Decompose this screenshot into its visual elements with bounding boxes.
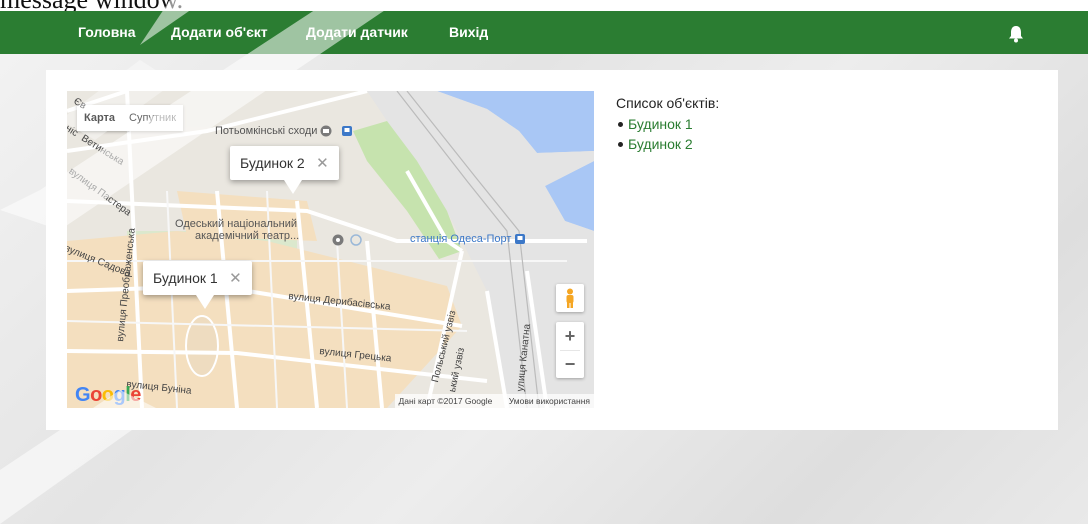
poi-station: станція Одеса-Порт xyxy=(410,233,525,245)
map-terms-link[interactable]: Умови використання xyxy=(509,396,590,406)
document-caption-strip: message window. xyxy=(0,0,1088,11)
close-icon[interactable]: ✕ xyxy=(316,154,329,172)
map-data-credit[interactable]: Дані карт ©2017 Google xyxy=(399,396,493,406)
object-link-building-1[interactable]: Будинок 1 xyxy=(628,116,693,132)
train-icon xyxy=(514,234,525,245)
nav-home[interactable]: Головна xyxy=(78,11,136,54)
transit-icon xyxy=(341,126,352,137)
zoom-in-button[interactable]: + xyxy=(556,322,584,350)
theatre-icon xyxy=(332,234,344,246)
map-view[interactable]: Карта Супутник Єв ніс Ветинська вулиця П… xyxy=(67,91,594,408)
object-list-title: Список об'єктів: xyxy=(616,95,720,111)
map-type-control: Карта Супутник xyxy=(77,105,184,131)
object-link-building-2[interactable]: Будинок 2 xyxy=(628,136,693,152)
infowindow-building-2[interactable]: Будинок 2 ✕ xyxy=(230,146,339,194)
object-list-items: Будинок 1 Будинок 2 xyxy=(616,114,719,154)
poi-theatre-line1: Одеський національний xyxy=(175,218,297,230)
poi-theatre: Одеський національний академічний театр.… xyxy=(175,218,299,242)
camera-icon xyxy=(320,125,332,137)
infowindow-label: Будинок 2 xyxy=(240,155,305,171)
poi-label: Потьомкінські сходи xyxy=(215,125,352,137)
document-caption: message window. xyxy=(0,0,183,11)
poi-stairs: Потьомкінські сходи xyxy=(215,125,318,137)
poi-theatre-line2: академічний театр... xyxy=(195,230,300,242)
list-item: Будинок 2 xyxy=(617,134,719,154)
map-attribution: Дані карт ©2017 Google Умови використанн… xyxy=(394,394,594,408)
infowindow-building-1[interactable]: Будинок 1 ✕ xyxy=(143,261,252,309)
street-view-pegman[interactable] xyxy=(556,284,584,312)
object-list: Список об'єктів: Будинок 1 Будинок 2 xyxy=(616,94,719,154)
bell-icon[interactable] xyxy=(1006,25,1026,43)
content-card: Карта Супутник Єв ніс Ветинська вулиця П… xyxy=(46,70,1058,430)
poi-station-label: станція Одеса-Порт xyxy=(410,233,512,245)
close-icon[interactable]: ✕ xyxy=(229,269,242,287)
nav-add-sensor[interactable]: Додати датчик xyxy=(306,11,408,54)
navbar: Головна Додати об'єкт Додати датчик Вихі… xyxy=(0,11,1088,54)
zoom-out-button[interactable]: − xyxy=(556,350,584,378)
zoom-control: + − xyxy=(556,322,584,378)
infowindow-label: Будинок 1 xyxy=(153,270,218,286)
infowindow-tail xyxy=(284,180,302,194)
nav-add-object[interactable]: Додати об'єкт xyxy=(171,11,268,54)
map-type-satellite[interactable]: Супутник xyxy=(122,105,183,131)
map-base-layer xyxy=(67,91,594,408)
infowindow-tail xyxy=(196,295,214,309)
nav-logout[interactable]: Вихід xyxy=(449,11,488,54)
pegman-icon xyxy=(566,288,574,308)
google-logo: Google xyxy=(75,384,141,406)
place-icon xyxy=(350,234,362,246)
list-item: Будинок 1 xyxy=(617,114,719,134)
